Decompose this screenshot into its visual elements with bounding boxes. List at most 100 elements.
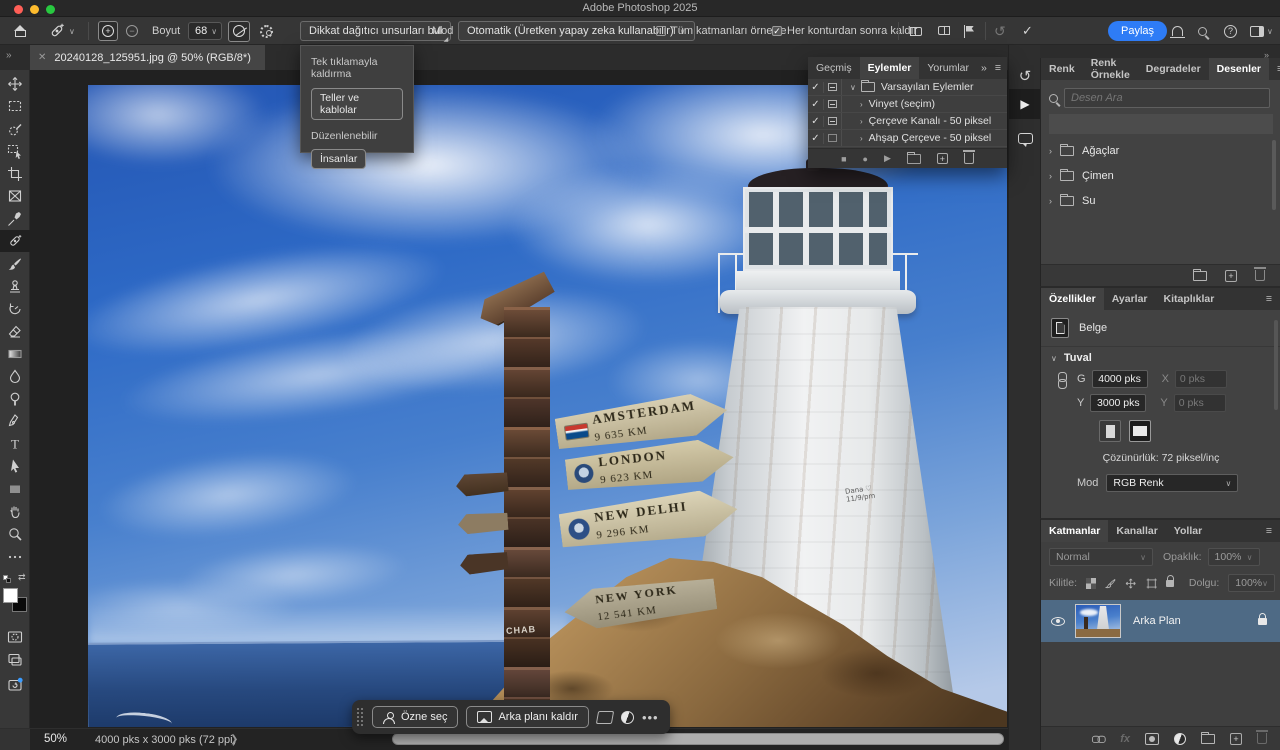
tab-properties[interactable]: Özellikler xyxy=(1041,288,1104,310)
spot-healing-brush-tool[interactable] xyxy=(0,230,30,252)
tool-preset[interactable]: ∨ xyxy=(48,17,75,45)
zoom-tool[interactable] xyxy=(0,523,30,545)
gradient-tool[interactable] xyxy=(0,343,30,365)
new-set-icon[interactable] xyxy=(907,154,921,164)
play-icon[interactable]: ▶ xyxy=(884,153,891,164)
dialog-toggle[interactable] xyxy=(824,79,842,95)
tab-layers[interactable]: Katmanlar xyxy=(1041,520,1108,542)
tab-patterns[interactable]: Desenler xyxy=(1209,58,1269,80)
eyedropper-tool[interactable] xyxy=(0,208,30,230)
actions-panel-icon[interactable]: ▶ xyxy=(1009,89,1041,119)
new-pattern-icon[interactable]: + xyxy=(1225,270,1237,282)
action-row[interactable]: ✓ ∨ Varsayılan Eylemler xyxy=(808,79,1007,96)
height-input[interactable]: 3000 pks xyxy=(1090,394,1146,412)
feedback-negative-button[interactable] xyxy=(937,17,950,45)
dialog-toggle[interactable] xyxy=(824,96,842,112)
people-button[interactable]: İnsanlar xyxy=(311,149,366,169)
feedback-positive-button[interactable] xyxy=(910,17,923,45)
chevron-down-icon[interactable]: ∨ xyxy=(850,83,856,92)
tab-actions[interactable]: Eylemler xyxy=(860,57,920,79)
panel-menu-icon[interactable]: ≡ xyxy=(991,57,1007,79)
link-layers-icon[interactable] xyxy=(1095,735,1106,743)
landscape-orientation-button[interactable] xyxy=(1129,420,1151,442)
stop-icon[interactable]: ■ xyxy=(841,154,846,164)
select-subject-button[interactable]: Özne seç xyxy=(372,706,458,728)
default-colors-icon[interactable] xyxy=(3,575,11,583)
x-input[interactable]: 0 pks xyxy=(1175,370,1227,388)
zoom-level[interactable]: 50% xyxy=(44,733,67,745)
swap-colors-icon[interactable]: ⇄ xyxy=(18,572,26,583)
find-distractions-button[interactable]: Dikkat dağıtıcı unsurları bul ◢ xyxy=(300,17,451,45)
quick-selection-tool[interactable] xyxy=(0,118,30,140)
delete-layer-icon[interactable] xyxy=(1257,733,1267,744)
lock-transparency-icon[interactable] xyxy=(1086,578,1096,589)
toggle-item-check[interactable]: ✓ xyxy=(808,116,824,127)
canvas-area[interactable]: Dana ♡11/9/pm xyxy=(30,70,1008,728)
report-button[interactable] xyxy=(963,17,975,45)
toggle-item-check[interactable]: ✓ xyxy=(808,133,824,144)
adjustment-layer-icon[interactable] xyxy=(1174,733,1186,745)
contextual-taskbar[interactable]: Özne seç Arka planı kaldır ••• xyxy=(352,700,670,734)
lock-pixels-icon[interactable] xyxy=(1105,577,1116,590)
blend-mode-dropdown[interactable]: Normal∨ xyxy=(1049,548,1153,566)
layer-lock-icon[interactable] xyxy=(1258,618,1267,625)
brush-size-input[interactable]: 68 ∨ xyxy=(188,17,228,45)
close-tab-icon[interactable]: ✕ xyxy=(38,52,46,63)
dodge-tool[interactable] xyxy=(0,388,30,410)
tab-history[interactable]: Geçmiş xyxy=(808,57,860,79)
app-update-button[interactable] xyxy=(0,674,30,696)
history-panel-icon[interactable]: ↺ xyxy=(1009,63,1041,89)
wires-cables-button[interactable]: Teller ve kablolar xyxy=(311,88,403,120)
expand-options-icon[interactable]: » xyxy=(6,50,12,61)
layer-row-background[interactable]: Arka Plan xyxy=(1041,600,1280,642)
document-tab[interactable]: ✕ 20240128_125951.jpg @ 50% (RGB/8*) xyxy=(30,45,265,70)
panel-menu-icon[interactable]: ≡ xyxy=(1269,58,1280,80)
home-button[interactable] xyxy=(14,17,27,45)
visibility-toggle[interactable] xyxy=(1041,617,1075,626)
opacity-input[interactable]: 100%∨ xyxy=(1208,548,1260,566)
add-to-selection-button[interactable]: + xyxy=(98,17,118,45)
commit-button[interactable]: ✓ xyxy=(1022,17,1033,45)
y-input[interactable]: 0 pks xyxy=(1174,394,1226,412)
new-group-icon[interactable] xyxy=(1201,734,1215,744)
panel-menu-icon[interactable]: ≡ xyxy=(1258,520,1280,542)
collapse-panel-icon[interactable]: » xyxy=(977,57,991,79)
object-selection-tool[interactable] xyxy=(0,140,30,162)
add-mask-icon[interactable] xyxy=(1145,733,1159,745)
blur-tool[interactable] xyxy=(0,365,30,387)
screen-mode-button[interactable] xyxy=(0,649,30,671)
action-row[interactable]: ✓ › Vinyet (seçim) xyxy=(808,96,1007,113)
search-button[interactable] xyxy=(1198,17,1207,45)
hand-tool[interactable] xyxy=(0,500,30,522)
layer-effects-icon[interactable]: fx xyxy=(1120,733,1130,745)
adjustments-icon[interactable] xyxy=(621,711,634,724)
quick-mask-button[interactable] xyxy=(0,626,30,648)
lock-all-icon[interactable] xyxy=(1166,580,1174,587)
tab-adjustments[interactable]: Ayarlar xyxy=(1104,288,1156,310)
sample-all-layers-checkbox[interactable]: Tüm katmanları örnekle xyxy=(656,17,787,45)
fill-input[interactable]: 100%∨ xyxy=(1228,574,1275,592)
width-input[interactable]: 4000 pks xyxy=(1092,370,1148,388)
new-group-icon[interactable] xyxy=(1193,271,1207,281)
color-mode-dropdown[interactable]: RGB Renk∨ xyxy=(1106,474,1238,492)
canvas-section-header[interactable]: ∨ Tuval xyxy=(1051,352,1092,364)
eraser-tool[interactable] xyxy=(0,320,30,342)
transform-icon[interactable] xyxy=(596,711,614,724)
portrait-orientation-button[interactable] xyxy=(1099,420,1121,442)
tab-swatches[interactable]: Renk Örnekle xyxy=(1083,58,1138,80)
chevron-right-icon[interactable]: › xyxy=(860,134,863,143)
lock-position-icon[interactable] xyxy=(1125,577,1136,590)
workspace-button[interactable]: ∨ xyxy=(1250,17,1273,45)
notifications-button[interactable] xyxy=(1172,17,1183,45)
drag-handle[interactable] xyxy=(356,707,364,727)
chevron-right-icon[interactable]: › xyxy=(860,100,863,109)
tool-settings-button[interactable] xyxy=(260,17,273,45)
crop-tool[interactable] xyxy=(0,163,30,185)
action-row[interactable]: ✓ › Çerçeve Kanalı - 50 piksel xyxy=(808,113,1007,130)
tab-paths[interactable]: Yollar xyxy=(1166,520,1210,542)
more-options-icon[interactable]: ••• xyxy=(642,710,659,725)
type-tool[interactable]: T xyxy=(0,433,30,455)
delete-icon[interactable] xyxy=(1255,270,1265,281)
dialog-toggle[interactable] xyxy=(824,130,842,146)
tab-comments[interactable]: Yorumlar xyxy=(919,57,977,79)
